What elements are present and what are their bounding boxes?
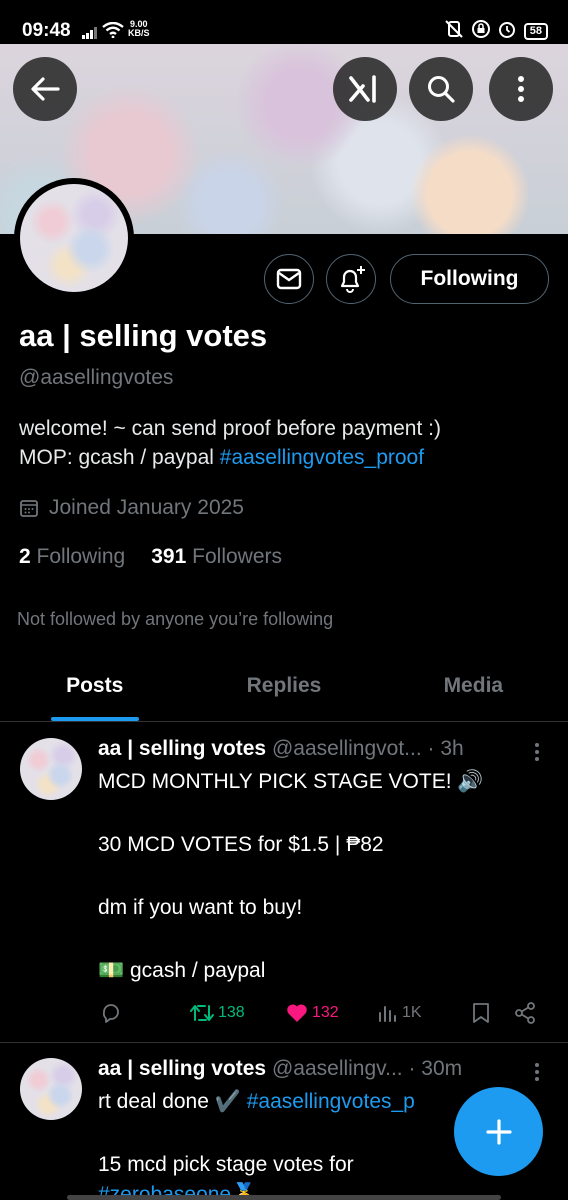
tab-replies[interactable]: Replies: [189, 656, 378, 721]
grok-icon: [349, 75, 376, 103]
share-button[interactable]: [514, 1002, 536, 1024]
post-handle-time: @aasellingvot... · 3h: [266, 737, 464, 760]
tab-posts[interactable]: Posts: [0, 656, 189, 721]
bookmark-button[interactable]: [472, 1002, 490, 1024]
post-more-button[interactable]: [534, 742, 540, 767]
avatar-image: [20, 184, 128, 292]
follow-stats: 2 Following 391 Followers: [19, 545, 282, 569]
followers-link[interactable]: 391 Followers: [151, 545, 282, 569]
post-item[interactable]: aa | selling votes @aasellingvot... · 3h…: [0, 722, 568, 1043]
wifi-icon: [102, 21, 124, 43]
speed-unit: KB/S: [128, 28, 150, 38]
vertical-dots-icon: [535, 1063, 539, 1081]
retweet-count: 138: [218, 1004, 245, 1021]
battery-indicator: 58: [523, 23, 548, 40]
post-avatar[interactable]: [20, 738, 82, 800]
joined-date: Joined January 2025: [19, 496, 244, 520]
views-count: 1K: [402, 1004, 422, 1021]
signal-icon: [82, 26, 98, 44]
like-count: 132: [312, 1004, 339, 1021]
following-link[interactable]: 2 Following: [19, 545, 125, 569]
post-avatar[interactable]: [20, 1058, 82, 1120]
post-author-name[interactable]: aa | selling votes: [98, 737, 266, 760]
search-button[interactable]: [409, 57, 473, 121]
network-speed: 9.00 KB/S: [128, 20, 150, 38]
profile-avatar[interactable]: [14, 178, 134, 298]
bell-plus-icon: [340, 266, 365, 293]
post-header: aa | selling votes @aasellingvot... · 3h: [98, 737, 518, 761]
bio: welcome! ~ can send proof before payment…: [19, 414, 559, 472]
profile-tabs: Posts Replies Media: [0, 656, 568, 722]
vibrate-off-icon: [444, 20, 464, 43]
lock-icon: [471, 20, 490, 43]
post-handle-time: @aasellingv... · 30m: [266, 1057, 463, 1080]
avatar-image: [20, 738, 82, 800]
more-options-button[interactable]: [489, 57, 553, 121]
compose-post-button[interactable]: [454, 1087, 543, 1176]
reply-button[interactable]: [100, 1002, 122, 1024]
back-button[interactable]: [13, 57, 77, 121]
retweet-icon: [190, 1005, 214, 1021]
post-text: rt deal done ✔️: [98, 1090, 247, 1113]
share-icon: [515, 1002, 535, 1024]
avatar-image: [20, 1058, 82, 1120]
heart-filled-icon: [287, 1004, 307, 1022]
display-name: aa | selling votes: [19, 318, 268, 353]
views-chart-icon: [379, 1006, 396, 1022]
post-text-line: MCD MONTHLY PICK STAGE VOTE! 🔊: [98, 770, 484, 793]
post-more-button[interactable]: [534, 1062, 540, 1087]
bio-hashtag-link[interactable]: #aasellingvotes_proof: [220, 446, 424, 469]
following-button[interactable]: Following: [390, 254, 549, 304]
status-icons: 58: [444, 20, 548, 43]
vertical-dots-icon: [535, 743, 539, 761]
bio-line-2: MOP: gcash / paypal #aasellingvotes_proo…: [19, 443, 559, 472]
message-button[interactable]: [264, 254, 314, 304]
bio-line-2-text: MOP: gcash / paypal: [19, 446, 220, 469]
retweet-button[interactable]: 138: [190, 1003, 245, 1023]
back-arrow-icon: [31, 77, 60, 101]
vertical-dots-icon: [518, 76, 524, 102]
calendar-icon: [20, 500, 38, 517]
tab-media[interactable]: Media: [379, 656, 568, 721]
notifications-button[interactable]: [326, 254, 376, 304]
post-hashtag-link[interactable]: #aasellingvotes_p: [247, 1090, 415, 1113]
joined-text: Joined January 2025: [49, 496, 244, 519]
post-text-line: dm if you want to buy!: [98, 896, 303, 919]
search-icon: [428, 76, 455, 103]
bookmark-icon: [473, 1003, 489, 1023]
post-text-line: 15 mcd pick stage votes for: [98, 1153, 354, 1176]
alarm-icon: [498, 20, 516, 43]
grok-button[interactable]: [333, 57, 397, 121]
mutual-followers-note: Not followed by anyone you’re following: [17, 609, 334, 629]
user-handle: @aasellingvotes: [19, 366, 174, 389]
reply-icon: [102, 1004, 119, 1023]
post-header: aa | selling votes @aasellingv... · 30m: [98, 1057, 518, 1081]
post-author-name[interactable]: aa | selling votes: [98, 1057, 266, 1080]
envelope-icon: [276, 268, 302, 290]
bio-line-1: welcome! ~ can send proof before payment…: [19, 417, 441, 440]
post-text-line: 30 MCD VOTES for $1.5 | ₱82: [98, 833, 384, 856]
plus-icon: [485, 1118, 512, 1145]
views-button[interactable]: 1K: [378, 1003, 422, 1023]
status-time: 09:48: [22, 20, 71, 41]
following-count: 2: [19, 545, 31, 568]
followers-count: 391: [151, 545, 187, 568]
like-button[interactable]: 132: [286, 1003, 339, 1023]
post-text-line: 💵 gcash / paypal: [98, 959, 266, 982]
post-text-line: rt deal done ✔️ #aasellingvotes_p: [98, 1090, 415, 1114]
status-bar: 09:48 9.00 KB/S 58: [0, 0, 568, 44]
followers-label: Followers: [192, 545, 282, 568]
gesture-nav-bar[interactable]: [67, 1195, 501, 1200]
following-label: Following: [36, 545, 126, 568]
